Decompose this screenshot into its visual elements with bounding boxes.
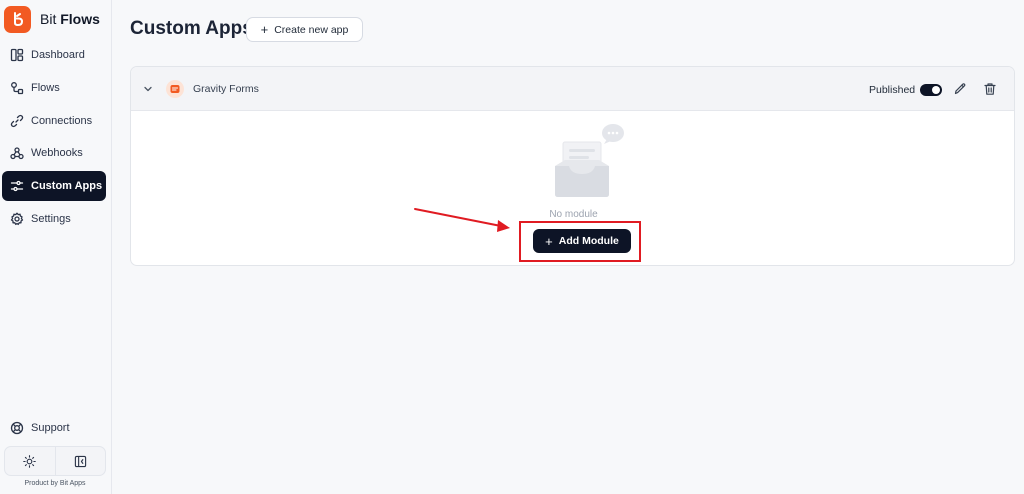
sidebar-collapse-icon [74, 455, 86, 467]
theme-toggle-button[interactable] [5, 447, 55, 475]
create-new-app-button[interactable]: + Create new app [246, 17, 363, 42]
sidebar-item-label: Settings [31, 212, 71, 225]
collapse-sidebar-button[interactable] [54, 447, 106, 475]
sidebar-item-connections[interactable]: Connections [2, 106, 106, 136]
brand[interactable]: Bit Flows [4, 5, 110, 33]
flows-icon [11, 81, 24, 94]
sidebar-item-label: Flows [31, 81, 60, 94]
support-label: Support [31, 422, 70, 434]
gear-icon [10, 212, 24, 226]
sidebar-item-label: Connections [31, 114, 93, 127]
app-name: Gravity Forms [193, 83, 259, 95]
sidebar-item-flows[interactable]: Flows [2, 73, 106, 103]
brand-name: Bit Flows [40, 11, 100, 27]
link-icon [10, 114, 24, 127]
bit-flows-logo-icon [4, 5, 31, 33]
sidebar-item-webhooks[interactable]: Webhooks [2, 138, 106, 168]
custom-app-card: Gravity Forms Published No module + Add … [130, 66, 1015, 266]
published-label: Published [869, 84, 916, 96]
chevron-down-icon[interactable] [143, 84, 153, 94]
add-module-button[interactable]: + Add Module [533, 229, 631, 253]
trash-icon[interactable] [983, 82, 997, 96]
product-by-text: Product by Bit Apps [24, 480, 86, 487]
published-toggle[interactable] [920, 84, 942, 96]
add-module-label: Add Module [558, 235, 619, 247]
custom-app-card-header[interactable]: Gravity Forms Published [131, 67, 1014, 111]
sidebar-item-label: Dashboard [31, 49, 85, 61]
sun-icon [23, 454, 37, 468]
sidebar-item-custom-apps[interactable]: Custom Apps [2, 171, 106, 202]
sidebar-item-label: Webhooks [31, 147, 83, 160]
sidebar-nav: Dashboard Flows Connections Webhooks Cus… [2, 40, 106, 237]
webhook-icon [10, 147, 24, 160]
sidebar-item-label: Custom Apps [31, 180, 103, 193]
plus-icon: + [545, 233, 553, 249]
gravity-forms-app-icon [166, 80, 184, 98]
page-title: Custom Apps [130, 18, 253, 39]
sidebar: Bit Flows Dashboard Flows Connections We… [0, 0, 112, 494]
sidebar-item-settings[interactable]: Settings [2, 204, 106, 234]
pencil-icon[interactable] [953, 82, 967, 96]
sliders-icon [10, 181, 24, 192]
sidebar-item-support[interactable]: Support [2, 415, 106, 441]
empty-inbox-illustration [555, 124, 624, 197]
sidebar-utility-bar [4, 446, 106, 476]
sidebar-item-dashboard[interactable]: Dashboard [2, 40, 106, 70]
empty-state-text: No module [549, 209, 598, 220]
dashboard-icon [10, 48, 24, 62]
plus-icon: + [260, 22, 269, 37]
lifebuoy-icon [10, 421, 24, 435]
create-new-app-label: Create new app [274, 23, 349, 36]
